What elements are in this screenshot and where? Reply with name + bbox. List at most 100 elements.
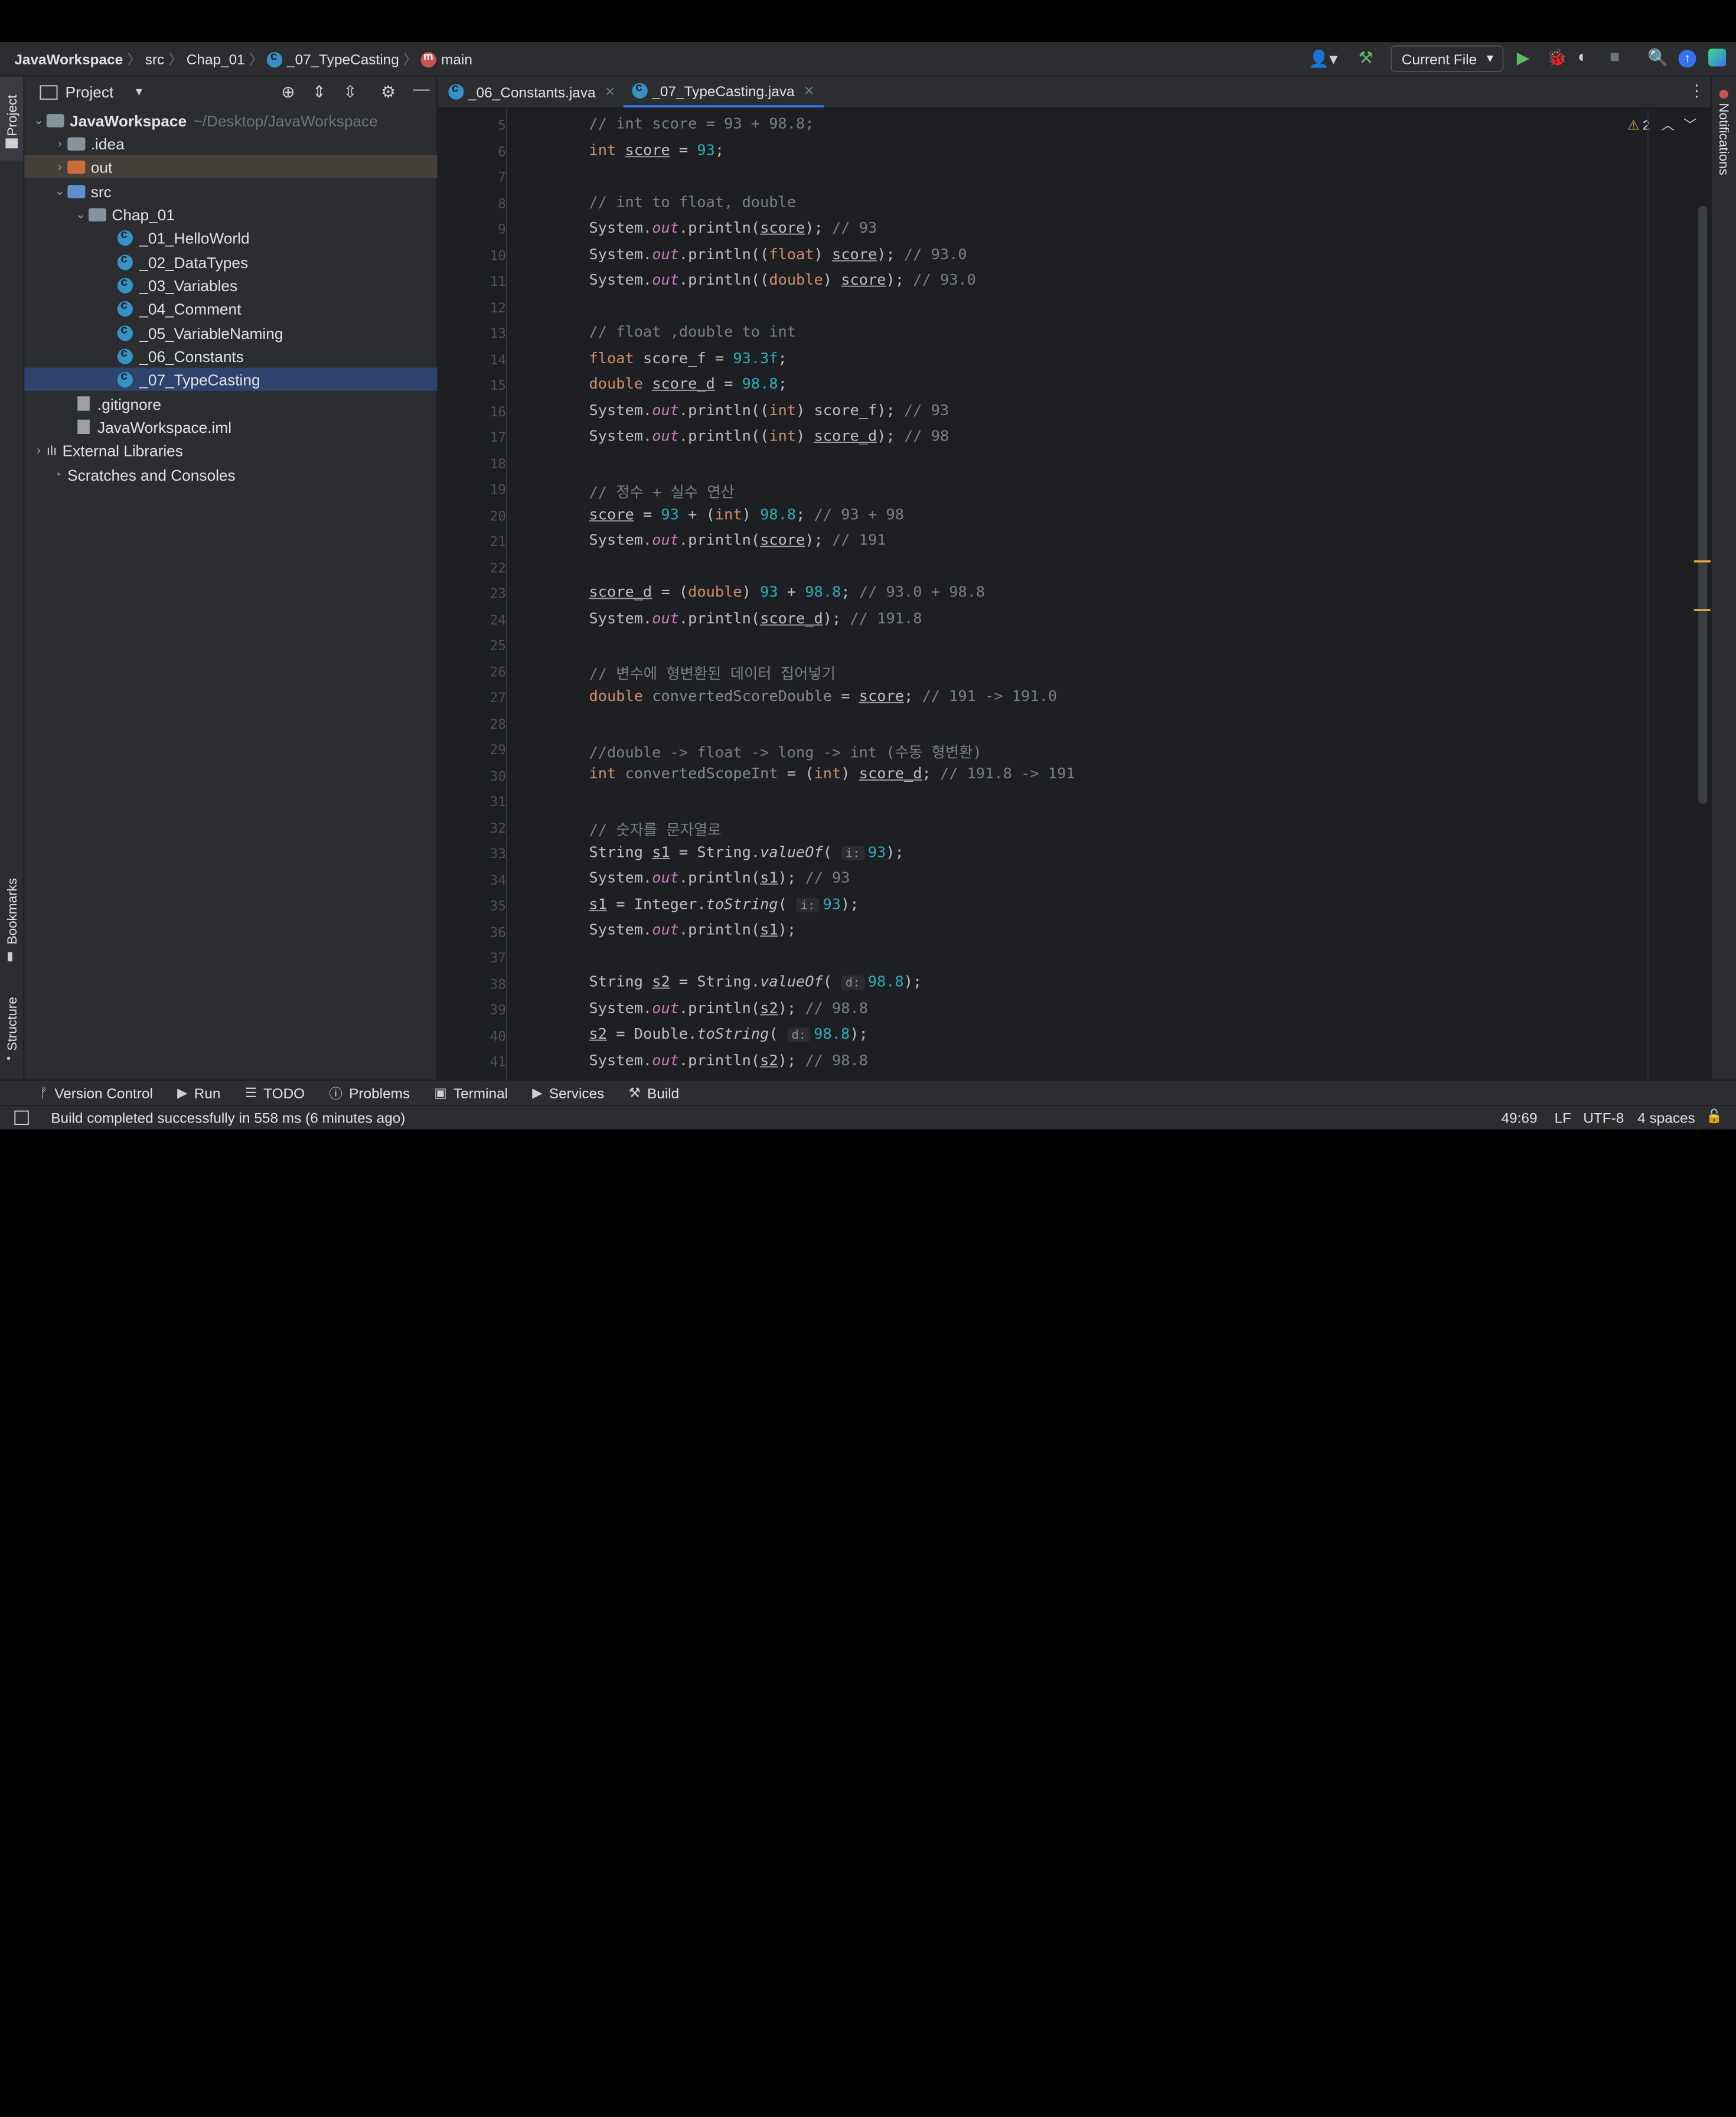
run-tool[interactable]: ▶ Run [177,1085,220,1101]
line-separator[interactable]: LF [1555,1110,1571,1126]
code-line: int score = 93; [589,142,725,159]
more-vertical-icon[interactable]: ⋮ [1688,81,1705,101]
tree-item-out[interactable]: › out [24,155,464,178]
tab-06-constants[interactable]: _06_Constants.java ✕ [448,76,615,107]
locate-icon[interactable]: ⊕ [281,82,295,102]
breadcrumb-method[interactable]: main [441,51,472,67]
tree-item-label: _04_Comment [139,299,242,318]
project-panel-header[interactable]: Project ▼ [40,83,145,101]
info-icon: ⓘ [329,1085,342,1101]
user-icon[interactable]: 👤▾ [1308,49,1337,68]
toggle-tool-windows-icon[interactable] [14,1110,29,1125]
problems-tool[interactable]: ⓘ Problems [329,1084,410,1102]
line-number: 28 [490,716,506,732]
chevron-right-icon: 〉 [249,52,263,68]
tab-07-typecasting[interactable]: _07_TypeCasting.java ✕ [623,76,824,107]
tree-item-chap01[interactable]: ⌄ Chap_01 [24,203,485,226]
tree-root[interactable]: ⌄ JavaWorkspace ~/Desktop/JavaWorkspace [24,109,443,132]
update-icon[interactable]: ↑ [1678,50,1696,68]
code-editor[interactable]: 5 6 7 8 9 10 11 12 13 14 15 16 17 18 19 20 21 22 23 24 25 26 2… [437,108,1711,1080]
build-tool[interactable]: ⚒ Build [629,1085,680,1101]
line-number: 8 [498,195,506,211]
project-tool-tab[interactable]: Project [0,76,24,161]
tree-item-gitignore[interactable]: .gitignore [24,392,490,415]
caret-position[interactable]: 49:69 [1502,1110,1538,1126]
todo-tool[interactable]: ☰ TODO [245,1085,305,1101]
java-class-icon [632,81,648,99]
chevron-up-icon[interactable]: ︿ [1661,115,1675,134]
bottom-tool-bar: ᚠ Version Control ▶ Run ☰ TODO ⓘ Problems ▣ T… [0,1079,1736,1105]
breadcrumb-project[interactable]: JavaWorkspace [14,51,123,67]
services-tool[interactable]: ▶ Services [532,1085,604,1101]
lock-icon[interactable]: 🔓 [1706,1108,1722,1124]
notifications-tool-tab[interactable]: Notifications [1716,103,1731,175]
hammer-build-icon[interactable]: ⚒ [1359,48,1373,68]
code-line: System.out.println(score); // 191 [589,531,886,549]
tree-root-path: ~/Desktop/JavaWorkspace [193,111,378,129]
run-config-select[interactable]: Current File ▼ [1391,45,1504,72]
inspection-widget[interactable]: ⚠ 2 ︿ ﹀ [1627,115,1696,134]
tree-item-label: Chap_01 [112,205,175,223]
run-icon[interactable]: ▶ [1517,48,1530,68]
close-icon[interactable]: ✕ [605,84,616,100]
package-icon [89,207,106,221]
line-number: 7 [498,169,506,185]
project-tool-label: Project [4,94,20,136]
search-icon[interactable]: 🔍 [1647,48,1668,68]
line-number: 33 [490,846,506,862]
toolbox-icon[interactable] [1708,48,1727,67]
status-message[interactable]: Build completed successfully in 558 ms (… [51,1110,405,1126]
indent-setting[interactable]: 4 spaces [1637,1110,1695,1126]
tree-item-scratches[interactable]: ◔ Scratches and Consoles [24,463,465,486]
line-number: 29 [490,742,506,758]
minimize-icon[interactable]: — [413,80,429,99]
code-line: System.out.println((double) score); // 9… [589,271,976,289]
line-number: 6 [498,143,506,159]
bookmark-icon: ▮ [6,950,14,964]
close-icon[interactable]: ✕ [804,83,815,99]
editor-scrollbar[interactable] [1698,205,1708,804]
chevron-down-icon: ▼ [133,86,145,98]
expand-all-icon[interactable]: ⇕ [312,82,327,102]
tree-item-external-libraries[interactable]: › ılı External Libraries [24,439,443,462]
line-number: 35 [490,898,506,914]
tree-item-label: .idea [90,134,125,152]
folder-icon [5,138,18,149]
warning-marker[interactable] [1693,609,1712,611]
code-line: score = 93 + (int) 98.8; // 93 + 98 [589,505,904,524]
chevron-right-icon: 〉 [403,52,417,68]
stop-icon[interactable]: ■ [1610,48,1620,67]
list-icon: ☰ [244,1085,257,1101]
collapse-all-icon[interactable]: ⇳ [343,82,357,102]
line-number: 36 [490,924,506,940]
breadcrumb-src[interactable]: src [145,51,165,67]
gear-icon[interactable]: ⚙ [381,82,396,102]
code-line: System.out.println(s2); // 98.8 [589,1000,869,1018]
line-number: 21 [490,533,506,549]
module-folder-icon [46,113,64,127]
terminal-tool[interactable]: ▣ Terminal [434,1085,508,1101]
code-line: score_d = (double) 93 + 98.8; // 93.0 + … [589,583,986,602]
code-line: // 변수에 형변환된 데이터 집어넣기 [589,665,836,683]
file-encoding[interactable]: UTF-8 [1583,1110,1624,1126]
tree-item-src[interactable]: ⌄ src [24,180,464,203]
project-panel: Project ▼ ⊕ ⇕ ⇳ ⚙ — ⌄ JavaWorkspace ~/De… [24,76,530,1080]
tree-item-idea[interactable]: › .idea [24,132,464,155]
breadcrumb-class[interactable]: _07_TypeCasting [287,51,399,67]
services-label: Services [549,1084,605,1101]
breadcrumb-package[interactable]: Chap_01 [187,51,245,67]
code-line: // float ,double to int [589,323,797,341]
tree-item-iml[interactable]: JavaWorkspace.iml [24,415,490,438]
bookmarks-tool-tab[interactable]: Bookmarks ▮ [0,869,23,969]
chevron-down-icon[interactable]: ﹀ [1683,115,1697,134]
code-line: System.out.println(s2); // 98.8 [589,1052,869,1070]
debug-icon[interactable]: 🐞 [1546,48,1567,68]
structure-tool-tab[interactable]: Structure ▪ [0,987,23,1066]
coverage-icon[interactable]: ◐ [1578,48,1588,67]
line-number: 25 [490,638,506,654]
warning-marker[interactable] [1693,560,1712,563]
run-icon: ▶ [177,1085,188,1101]
line-number: 16 [490,403,506,419]
run-config-label: Current File [1401,50,1477,67]
version-control-tool[interactable]: ᚠ Version Control [40,1085,153,1101]
